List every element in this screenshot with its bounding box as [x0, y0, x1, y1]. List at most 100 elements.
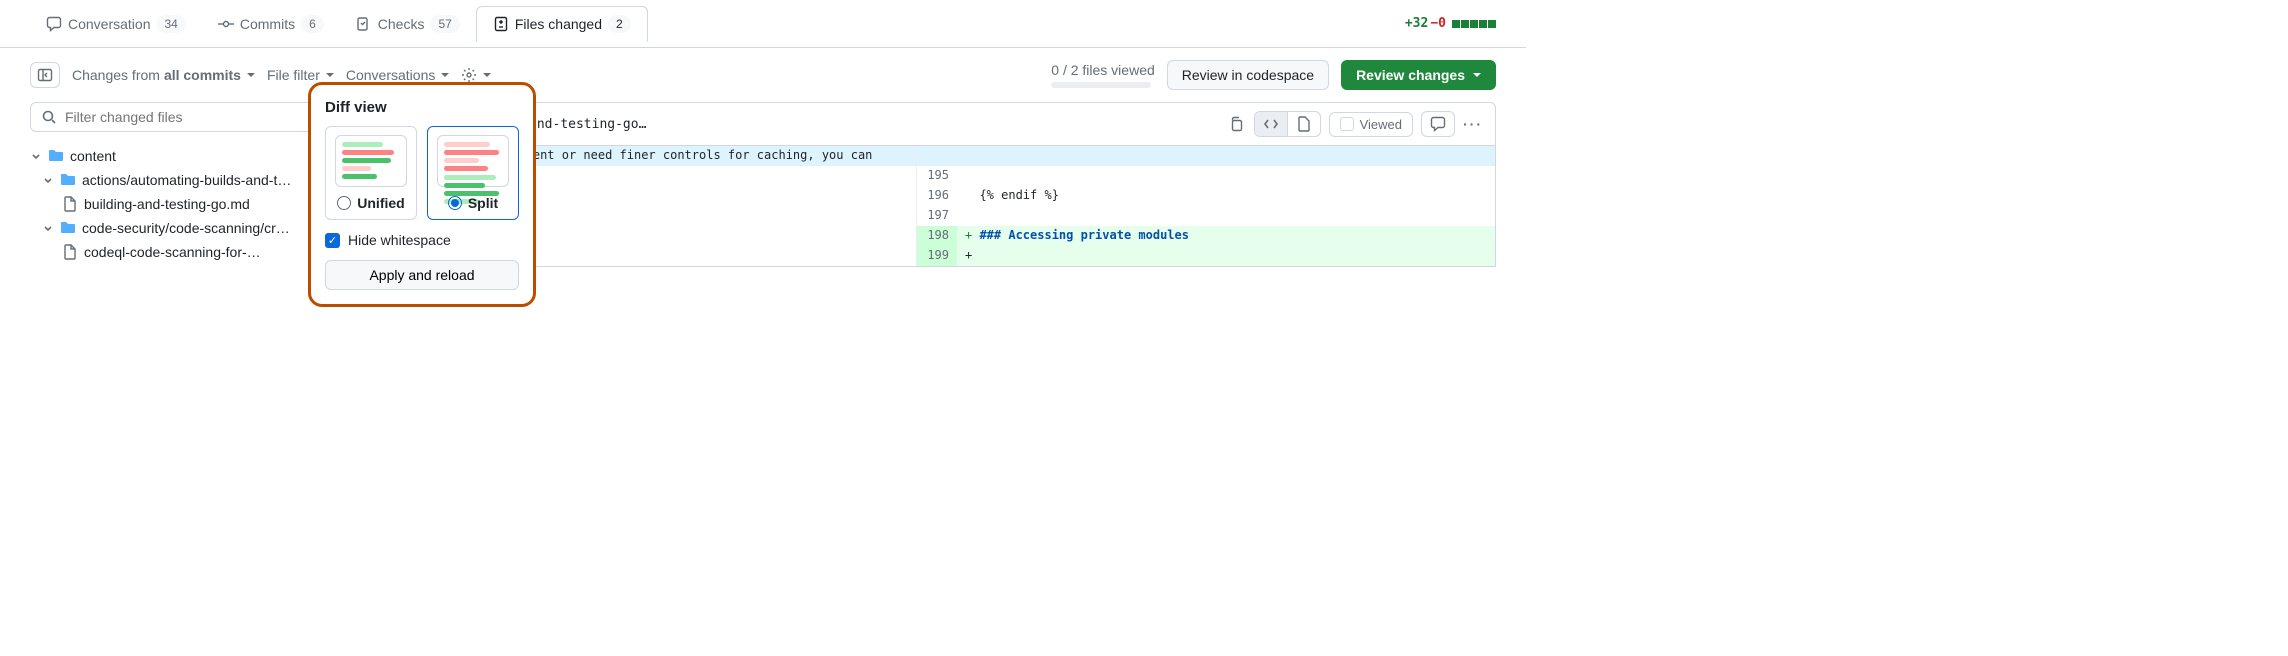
conversations-dropdown[interactable]: Conversations [346, 67, 450, 83]
additions-count: +32 [1405, 16, 1428, 31]
file-name: building-and-testing-go.md [84, 196, 302, 212]
sidebar-toggle-button[interactable] [30, 62, 60, 88]
hide-whitespace-checkbox[interactable]: ✓ Hide whitespace [325, 232, 519, 248]
gear-icon [461, 67, 477, 83]
file-filter-dropdown[interactable]: File filter [267, 67, 334, 83]
caret-down-icon [441, 73, 449, 77]
tab-files-changed[interactable]: Files changed 2 [476, 6, 648, 42]
comment-icon [1430, 116, 1446, 132]
changes-from-value: all commits [164, 67, 241, 83]
diff-settings-popover: Diff view Unified [308, 82, 536, 307]
tree-folder-row[interactable]: actions/automating-builds-and-t… [30, 168, 320, 192]
file-icon [62, 196, 78, 212]
filter-files-input[interactable] [65, 109, 309, 125]
comment-icon [46, 16, 62, 32]
folder-icon [60, 220, 76, 236]
tab-label: Checks [378, 16, 425, 32]
deletions-count: −0 [1430, 16, 1446, 31]
tree-folder-row[interactable]: content [30, 144, 320, 168]
line-number: 199 [917, 246, 957, 266]
tab-conversation[interactable]: Conversation 34 [30, 7, 202, 41]
filter-files-input-wrap[interactable] [30, 102, 320, 132]
chevron-down-icon [42, 222, 54, 234]
changes-from-label: Changes from [72, 67, 160, 83]
chevron-down-icon [30, 150, 42, 162]
pr-tabs: Conversation 34 Commits 6 Checks 57 File… [0, 0, 1526, 48]
tab-count: 2 [608, 15, 631, 33]
caret-down-icon [247, 73, 255, 77]
split-preview-icon [437, 135, 509, 187]
radio-icon [337, 196, 351, 210]
file-diff-icon [493, 16, 509, 32]
tab-label: Commits [240, 16, 295, 32]
popover-title: Diff view [325, 99, 519, 116]
file-tree-panel: content actions/automating-builds-and-t…… [30, 102, 320, 267]
code-content [957, 206, 1495, 226]
diff-blocks [1452, 20, 1496, 28]
tree-file-row[interactable]: codeql-code-scanning-for-… [30, 240, 320, 264]
tab-checks[interactable]: Checks 57 [340, 7, 476, 41]
diff-view-unified-option[interactable]: Unified [325, 126, 417, 220]
line-number: 196 [917, 186, 957, 206]
split-label: Split [468, 195, 498, 211]
review-in-codespace-button[interactable]: Review in codespace [1167, 60, 1329, 90]
tab-label: Files changed [515, 16, 602, 32]
diff-toolbar: Changes from all commits File filter Con… [0, 48, 1526, 102]
code-content: + ### Accessing private modules [957, 226, 1495, 246]
code-content: {% endif %} [957, 186, 1495, 206]
unified-preview-icon [335, 135, 407, 187]
sidebar-collapse-icon [37, 67, 53, 83]
line-number: 195 [917, 166, 957, 186]
changes-from-dropdown[interactable]: Changes from all commits [72, 67, 255, 83]
caret-down-icon [1473, 73, 1481, 77]
caret-down-icon [483, 73, 491, 77]
tab-count: 6 [301, 15, 324, 33]
source-view-button[interactable] [1255, 112, 1288, 136]
files-viewed-progress [1051, 82, 1151, 88]
files-viewed-text: 0 / 2 files viewed [1051, 62, 1155, 78]
search-icon [41, 109, 57, 125]
folder-icon [60, 172, 76, 188]
review-changes-button[interactable]: Review changes [1341, 60, 1496, 90]
folder-name: actions/automating-builds-and-t… [82, 172, 320, 188]
tab-commits[interactable]: Commits 6 [202, 7, 340, 41]
checkbox-icon [1340, 117, 1354, 131]
file-name: codeql-code-scanning-for-… [84, 244, 302, 260]
line-number: 197 [917, 206, 957, 226]
diff-settings-button[interactable] [461, 67, 491, 83]
code-icon [1263, 116, 1279, 132]
unified-label: Unified [357, 195, 404, 211]
viewed-label: Viewed [1360, 117, 1402, 132]
line-number: 198 [917, 226, 957, 246]
folder-name: code-security/code-scanning/cr… [82, 220, 320, 236]
view-mode-toggle [1254, 111, 1321, 137]
diff-stats: +32 −0 [1405, 16, 1496, 31]
tab-label: Conversation [68, 16, 151, 32]
file-filter-label: File filter [267, 67, 320, 83]
diff-view-split-option[interactable]: Split [427, 126, 519, 220]
folder-name: content [70, 148, 320, 164]
file-icon [62, 244, 78, 260]
chevron-down-icon [42, 174, 54, 186]
viewed-checkbox[interactable]: Viewed [1329, 112, 1413, 137]
apply-and-reload-button[interactable]: Apply and reload [325, 260, 519, 290]
radio-checked-icon [448, 196, 462, 210]
checklist-icon [356, 16, 372, 32]
tab-count: 57 [430, 15, 459, 33]
tab-count: 34 [157, 15, 186, 33]
hide-whitespace-label: Hide whitespace [348, 232, 451, 248]
files-viewed-status: 0 / 2 files viewed [1051, 62, 1155, 88]
tree-file-row[interactable]: building-and-testing-go.md [30, 192, 320, 216]
file-comment-button[interactable] [1421, 111, 1455, 137]
rich-view-button[interactable] [1288, 112, 1320, 136]
caret-down-icon [326, 73, 334, 77]
copy-path-button[interactable] [1228, 116, 1244, 132]
tree-folder-row[interactable]: code-security/code-scanning/cr… [30, 216, 320, 240]
conversations-label: Conversations [346, 67, 436, 83]
checkbox-checked-icon: ✓ [325, 233, 340, 248]
code-content [957, 166, 1495, 186]
copy-icon [1228, 116, 1244, 132]
commit-icon [218, 16, 234, 32]
review-changes-label: Review changes [1356, 67, 1465, 83]
file-menu-button[interactable]: ··· [1463, 116, 1483, 132]
